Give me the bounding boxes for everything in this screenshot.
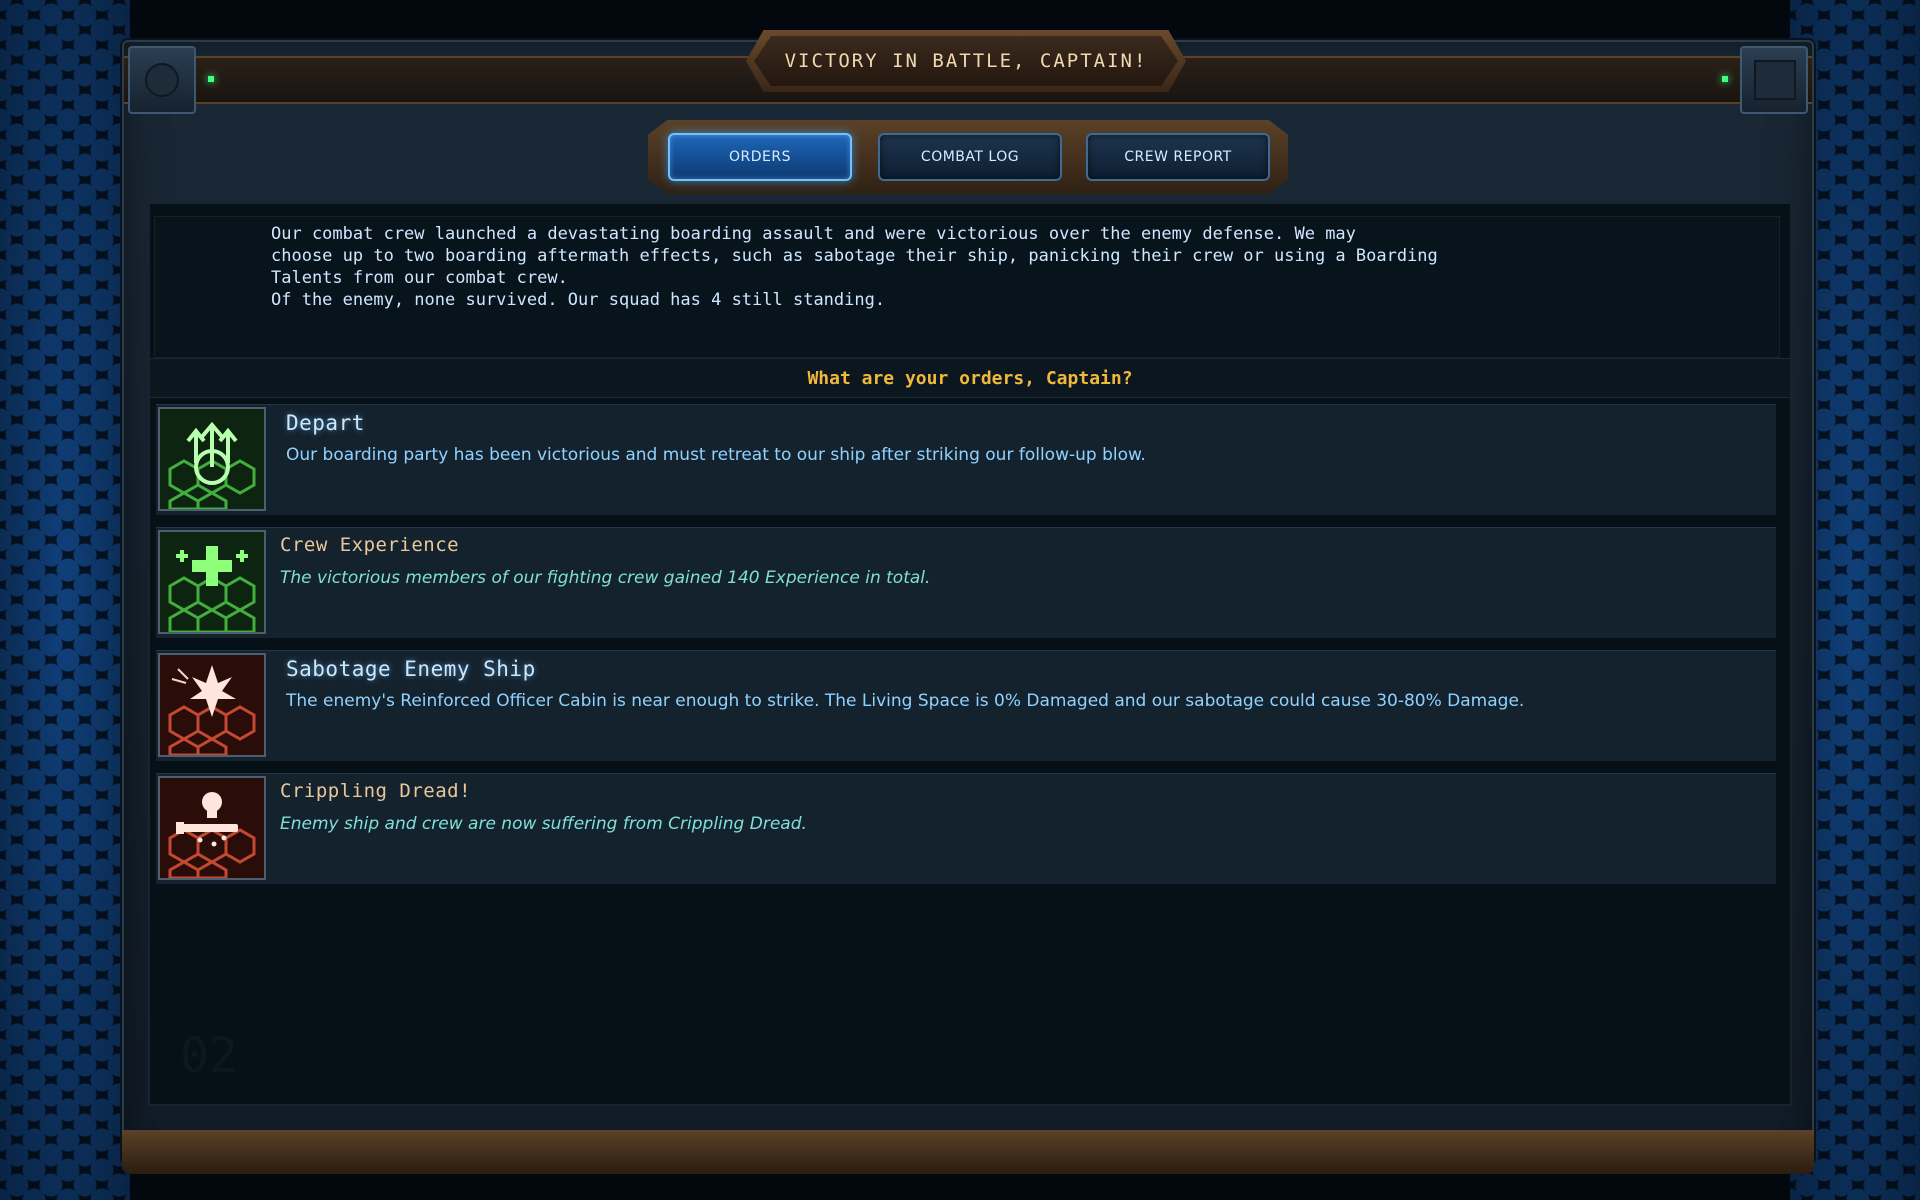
order-options: Depart Our boarding party has been victo… [156, 404, 1776, 896]
orders-prompt: What are your orders, Captain? [150, 358, 1790, 398]
bolt-icon [145, 63, 179, 97]
option-description: The enemy's Reinforced Officer Cabin is … [286, 691, 1525, 711]
option-crew-experience[interactable]: Crew Experience The victorious members o… [156, 527, 1776, 638]
option-description: Enemy ship and crew are now suffering fr… [280, 814, 807, 834]
depart-icon [158, 407, 266, 511]
tab-combat-log[interactable]: COMBAT LOG [878, 133, 1062, 181]
decorative-watermark: 02 [180, 1028, 238, 1084]
bottom-bar [122, 1130, 1814, 1174]
report-window: VICTORY IN BATTLE, CAPTAIN! ORDERS COMBA… [122, 30, 1814, 1174]
option-title: Crippling Dread! [280, 780, 472, 802]
crew-experience-icon [158, 530, 266, 634]
battle-summary: Our combat crew launched a devastating b… [154, 216, 1780, 358]
hex-background-left [0, 0, 130, 1200]
battle-summary-text: Our combat crew launched a devastating b… [271, 223, 1711, 311]
crippling-dread-icon [158, 776, 266, 880]
option-depart[interactable]: Depart Our boarding party has been victo… [156, 404, 1776, 515]
sabotage-icon [158, 653, 266, 757]
option-crippling-dread[interactable]: Crippling Dread! Enemy ship and crew are… [156, 773, 1776, 884]
summary-line: Talents from our combat crew. [271, 268, 568, 288]
summary-line: Our combat crew launched a devastating b… [271, 224, 1356, 244]
orders-prompt-text: What are your orders, Captain? [807, 367, 1133, 389]
tab-orders[interactable]: ORDERS [668, 133, 852, 181]
panel-icon [1754, 60, 1796, 100]
status-light-right [1722, 76, 1728, 82]
title-plate-inner: VICTORY IN BATTLE, CAPTAIN! [754, 36, 1178, 86]
option-title: Depart [286, 411, 365, 435]
corner-bolt-left [128, 46, 196, 114]
corner-bolt-right [1740, 46, 1808, 114]
option-description: Our boarding party has been victorious a… [286, 445, 1146, 465]
option-sabotage-enemy-ship[interactable]: Sabotage Enemy Ship The enemy's Reinforc… [156, 650, 1776, 761]
summary-line: Of the enemy, none survived. Our squad h… [271, 290, 886, 310]
option-title: Crew Experience [280, 534, 460, 556]
status-light-left [208, 76, 214, 82]
summary-line: choose up to two boarding aftermath effe… [271, 246, 1438, 266]
tab-crew-report[interactable]: CREW REPORT [1086, 133, 1270, 181]
tab-bar: ORDERS COMBAT LOG CREW REPORT [648, 120, 1288, 194]
window-title: VICTORY IN BATTLE, CAPTAIN! [784, 50, 1148, 72]
option-title: Sabotage Enemy Ship [286, 657, 536, 681]
title-plate: VICTORY IN BATTLE, CAPTAIN! [746, 30, 1186, 92]
option-description: The victorious members of our fighting c… [280, 568, 931, 588]
content-panel: Our combat crew launched a devastating b… [148, 202, 1792, 1106]
